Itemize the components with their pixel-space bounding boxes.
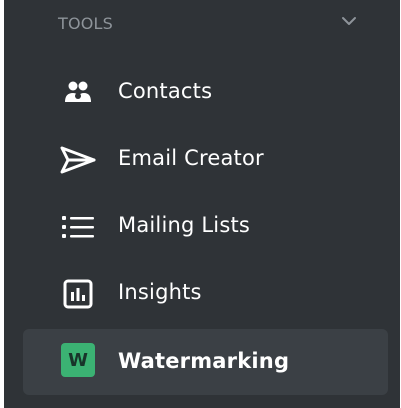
watermark-badge-icon: W	[59, 343, 97, 377]
section-title: TOOLS	[58, 14, 114, 33]
nav-item-label: Email Creator	[118, 146, 264, 170]
nav-item-label: Mailing Lists	[118, 213, 251, 237]
nav-item-label: Contacts	[118, 79, 213, 103]
nav-item-contacts[interactable]: Contacts	[23, 65, 388, 120]
nav-item-watermarking[interactable]: W Watermarking	[23, 329, 388, 395]
tools-section-header[interactable]: TOOLS	[4, 0, 400, 48]
nav-item-email-creator[interactable]: Email Creator	[23, 132, 388, 187]
watermark-badge: W	[61, 343, 95, 377]
nav-item-label: Watermarking	[118, 349, 290, 373]
nav-item-insights[interactable]: Insights	[23, 266, 388, 321]
paper-plane-icon	[59, 145, 97, 175]
nav-item-label: Insights	[118, 280, 202, 304]
sidebar-panel: TOOLS Contacts Email Creator Mailing Lis…	[4, 0, 400, 408]
contacts-icon	[59, 78, 97, 108]
nav-item-mailing-lists[interactable]: Mailing Lists	[23, 199, 388, 254]
list-icon	[59, 212, 97, 242]
chevron-down-icon[interactable]	[341, 15, 357, 27]
bar-chart-icon	[59, 279, 97, 309]
